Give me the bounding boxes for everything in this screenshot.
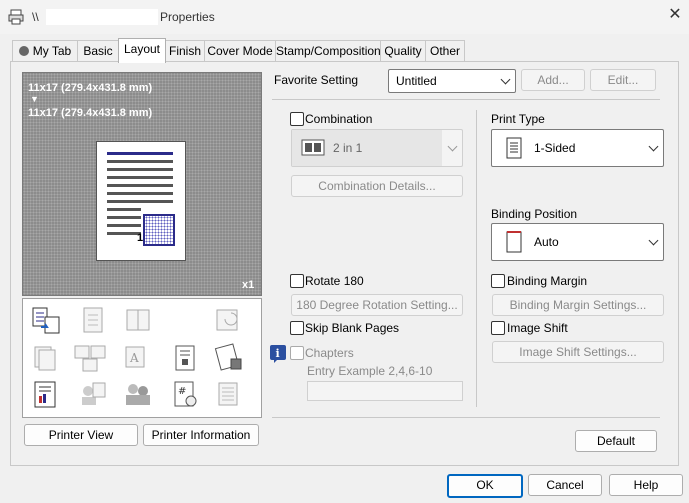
one-sided-page-icon: [506, 137, 522, 159]
svg-text:A: A: [129, 351, 139, 365]
skip-blank-pages-label: Skip Blank Pages: [305, 321, 400, 335]
combination-checkbox[interactable]: [290, 112, 304, 126]
combination-icon[interactable]: [31, 305, 61, 335]
preview-arrow: ▼: [30, 94, 39, 104]
info-icon[interactable]: i: [269, 344, 287, 364]
window-title: Properties: [160, 10, 215, 24]
print-type-value: 1-Sided: [534, 141, 576, 155]
printer-icon: [8, 9, 24, 25]
rotate-icon: [216, 309, 238, 331]
chapters-hint: Entry Example 2,4,6-10: [307, 364, 433, 378]
combination-details-button[interactable]: Combination Details...: [291, 175, 463, 197]
preview-page: 1: [96, 141, 186, 261]
binding-position-select[interactable]: Auto: [491, 223, 664, 261]
preview-page-number: 1: [137, 232, 144, 244]
function-icon-panel: A #: [22, 298, 262, 418]
chevron-down-icon: [447, 141, 458, 152]
image-repeat-icon: [74, 345, 106, 372]
close-icon[interactable]: ✕: [666, 6, 684, 24]
rotate-180-label: Rotate 180: [305, 274, 364, 288]
binding-report-icon: [34, 381, 56, 408]
image-shift-label: Image Shift: [507, 321, 568, 335]
help-button[interactable]: Help: [609, 474, 683, 496]
print-type-select[interactable]: 1-Sided: [491, 129, 664, 167]
printer-view-button[interactable]: Printer View: [24, 424, 138, 446]
tab-quality[interactable]: Quality: [380, 40, 426, 62]
combination-value: 2 in 1: [333, 141, 363, 155]
chapters-label: Chapters: [305, 346, 354, 360]
multi-page-icon: [34, 346, 56, 371]
cancel-button[interactable]: Cancel: [528, 474, 602, 496]
svg-text:#: #: [178, 386, 186, 397]
tab-my-tab[interactable]: My Tab: [12, 40, 78, 62]
image-shift-checkbox[interactable]: [491, 321, 505, 335]
tab-cover-mode[interactable]: Cover Mode: [204, 40, 276, 62]
preview-original-size: 11x17 (279.4x431.8 mm): [28, 82, 153, 94]
skip-blank-pages-checkbox[interactable]: [290, 321, 304, 335]
binding-margin-label: Binding Margin: [507, 274, 588, 288]
preview-output-size: 11x17 (279.4x431.8 mm): [28, 107, 153, 119]
user-print-icon: [82, 382, 106, 405]
printer-path: \\: [32, 10, 39, 24]
chevron-down-icon: [500, 74, 511, 85]
security-icon: [214, 343, 242, 371]
text-shift-icon: A: [125, 346, 145, 368]
ok-button[interactable]: OK: [447, 474, 523, 498]
page-number-icon: [175, 345, 195, 371]
combination-label: Combination: [305, 112, 373, 126]
binding-margin-settings-button[interactable]: Binding Margin Settings...: [492, 294, 664, 316]
preview-image-block: [143, 214, 175, 246]
default-button[interactable]: Default: [575, 430, 657, 452]
chapters-input[interactable]: [307, 381, 463, 401]
printer-information-button[interactable]: Printer Information: [143, 424, 259, 446]
chevron-down-icon: [648, 235, 659, 246]
two-in-one-icon: [301, 139, 325, 156]
tab-layout[interactable]: Layout: [118, 38, 166, 63]
stamp-icon: [218, 382, 238, 406]
tab-other[interactable]: Other: [425, 40, 465, 62]
binding-page-icon: [506, 231, 522, 253]
tab-basic[interactable]: Basic: [77, 40, 119, 62]
divider: [272, 417, 660, 418]
rotate-180-checkbox[interactable]: [290, 274, 304, 288]
combination-select[interactable]: 2 in 1: [291, 129, 463, 167]
tab-stamp-composition[interactable]: Stamp/Composition: [275, 40, 381, 62]
poster-mode-icon: [83, 307, 103, 333]
redacted-printer-name: [46, 9, 158, 25]
binding-margin-checkbox[interactable]: [491, 274, 505, 288]
add-favorite-button[interactable]: Add...: [521, 69, 585, 91]
column-divider: [476, 110, 477, 407]
preview-copies: x1: [242, 279, 255, 291]
chapters-checkbox[interactable]: [290, 346, 304, 360]
binding-position-value: Auto: [534, 235, 559, 249]
svg-text:i: i: [276, 347, 280, 360]
group-icon: [126, 384, 150, 405]
user-icon: [18, 46, 29, 56]
favorite-setting-select[interactable]: Untitled: [388, 69, 516, 93]
print-type-label: Print Type: [491, 112, 545, 126]
chevron-down-icon: [648, 141, 659, 152]
favorite-setting-value: Untitled: [396, 74, 437, 88]
rotation-setting-button[interactable]: 180 Degree Rotation Setting...: [291, 294, 463, 316]
booklet-icon: [126, 309, 150, 331]
favorite-setting-label: Favorite Setting: [274, 73, 359, 87]
hash-number-icon: #: [174, 381, 197, 407]
image-shift-settings-button[interactable]: Image Shift Settings...: [492, 341, 664, 363]
tab-finish[interactable]: Finish: [165, 40, 205, 62]
edit-favorite-button[interactable]: Edit...: [590, 69, 656, 91]
divider: [272, 99, 660, 100]
binding-position-label: Binding Position: [491, 207, 578, 221]
